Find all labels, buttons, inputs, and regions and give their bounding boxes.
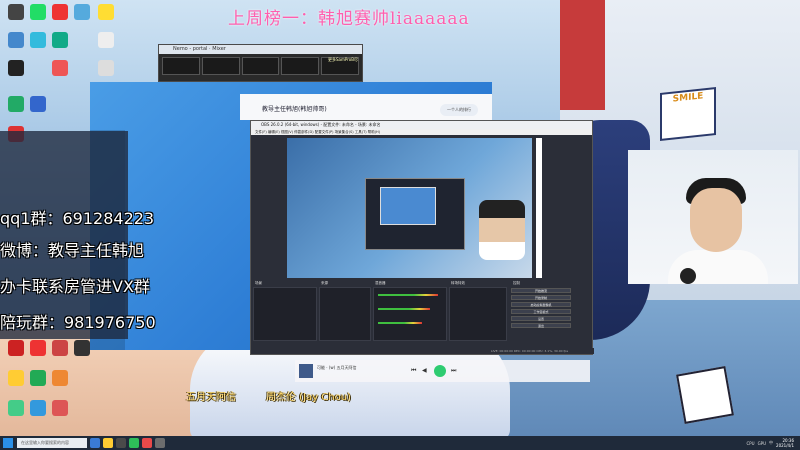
song-title: 可能 · (w) 五月天阿信 — [317, 365, 357, 370]
app-icon[interactable] — [30, 96, 46, 112]
obs-nested-preview — [365, 178, 465, 250]
obs-webcam-source — [479, 200, 525, 260]
play-button[interactable] — [434, 365, 446, 377]
audio-mixer[interactable] — [373, 287, 447, 341]
taskbar-app-icon[interactable] — [116, 438, 126, 448]
app-icon[interactable] — [8, 4, 24, 20]
app-icon[interactable] — [30, 4, 46, 20]
dock-mixer-label: 混音器 — [375, 281, 386, 285]
obs-side-panel — [536, 138, 542, 278]
dock-transitions-label: 转场特效 — [451, 281, 465, 285]
dock-controls-label: 控制 — [513, 281, 520, 285]
audio-meter — [378, 294, 438, 296]
card-contact-text: 办卡联系房管进VX群 — [0, 277, 150, 296]
start-button[interactable] — [3, 438, 13, 448]
transitions-panel[interactable] — [449, 287, 507, 341]
clock-date: 2021/4/1 — [776, 443, 794, 448]
app-icon[interactable] — [30, 370, 46, 386]
microphone — [680, 268, 696, 284]
app-icon[interactable] — [8, 60, 24, 76]
rewind-icon[interactable]: ◀ — [422, 367, 429, 374]
webcam-feed — [628, 150, 798, 284]
taskbar: 在这里输入你要搜索的内容 CPU GPU 中 20:36 2021/4/1 — [0, 436, 800, 450]
app-icon[interactable] — [52, 4, 68, 20]
app-icon[interactable] — [52, 370, 68, 386]
mixer-window[interactable]: Nemo - portal · Mixer 更多SamProB尽 — [158, 44, 363, 82]
audio-meter — [378, 308, 430, 310]
virtual-camera-button[interactable]: 启动虚拟摄像机 — [511, 302, 571, 307]
app-icon[interactable] — [30, 340, 46, 356]
obs-docks: 场景 来源 混音器 转场特效 控制 开始推流 开始录制 启动虚拟摄像机 工作室模… — [251, 281, 594, 349]
app-icon[interactable] — [98, 60, 114, 76]
mixer-link[interactable]: 更多SamProB尽 — [328, 57, 358, 63]
mixer-slot[interactable] — [201, 57, 240, 75]
taskbar-app-icon[interactable] — [142, 438, 152, 448]
obs-preview[interactable] — [287, 138, 532, 278]
mixer-title: Nemo - portal · Mixer — [159, 45, 362, 54]
start-streaming-button[interactable]: 开始推流 — [511, 288, 571, 293]
app-icon[interactable] — [30, 32, 46, 48]
settings-button[interactable]: 设置 — [511, 316, 571, 321]
taskbar-app-icon[interactable] — [90, 438, 100, 448]
app-icon[interactable] — [8, 370, 24, 386]
obs-status-bar: LIVE: 00:00:00 REC: 00:00:00 CPU: 3.1%, … — [251, 348, 594, 354]
qq-group-text: qq1群：691284223 — [0, 209, 155, 228]
app-icon[interactable] — [52, 32, 68, 48]
app-icon[interactable] — [98, 4, 114, 20]
music-player-bar: 可能 · (w) 五月天阿信 ⏮ ◀ ⏭ — [295, 360, 590, 382]
weibo-text: 微博：教导主任韩旭 — [0, 241, 145, 260]
dock-sources-label: 来源 — [321, 281, 328, 285]
mixer-slot[interactable] — [241, 57, 280, 75]
tray-item[interactable]: 中 — [769, 440, 773, 446]
store-sign-text: SMILE — [672, 91, 704, 105]
obs-window[interactable]: OBS 26.0.2 (64-bit, windows) - 配置文件: 未命名… — [250, 120, 594, 355]
taskbar-app-icon[interactable] — [103, 438, 113, 448]
app-icon[interactable] — [8, 400, 24, 416]
tray-item[interactable]: CPU — [746, 441, 754, 446]
next-icon[interactable]: ⏭ — [451, 367, 458, 374]
mixer-slot[interactable] — [281, 57, 320, 75]
clock[interactable]: 20:36 2021/4/1 — [776, 438, 794, 448]
live-chat-panel — [0, 131, 128, 339]
webcam-person-face — [690, 188, 742, 252]
app-icon[interactable] — [52, 400, 68, 416]
leaderboard-headline: 上周榜一：韩旭赛帅liaaaaaa — [228, 9, 470, 29]
studio-mode-button[interactable]: 工作室模式 — [511, 309, 571, 314]
taskbar-search[interactable]: 在这里输入你要搜索的内容 — [17, 438, 87, 448]
app-icon[interactable] — [74, 340, 90, 356]
system-tray: CPU GPU 中 20:36 2021/4/1 — [746, 438, 800, 448]
scenes-list[interactable] — [253, 287, 317, 341]
obs-title-bar: OBS 26.0.2 (64-bit, windows) - 配置文件: 未命名… — [251, 121, 592, 129]
dock-scenes-label: 场景 — [255, 281, 262, 285]
taskbar-app-icon[interactable] — [155, 438, 165, 448]
app-icon[interactable] — [30, 400, 46, 416]
previous-icon[interactable]: ⏮ — [411, 367, 418, 374]
app-icon[interactable] — [52, 340, 68, 356]
obs-menu-bar[interactable]: 文件(F) 编辑(E) 视图(V) 停靠部件(D) 配置文件(P) 场景集合(S… — [251, 129, 592, 135]
wallpaper-red-banner — [560, 0, 605, 110]
obs-title: OBS 26.0.2 (64-bit, windows) - 配置文件: 未命名… — [261, 122, 381, 127]
app-icon[interactable] — [8, 340, 24, 356]
app-icon[interactable] — [8, 32, 24, 48]
sources-list[interactable] — [319, 287, 371, 341]
mixer-slot[interactable] — [162, 57, 200, 75]
store-logo — [676, 366, 734, 424]
exit-button[interactable]: 退出 — [511, 323, 571, 328]
app-icon[interactable] — [52, 60, 68, 76]
play-group-text: 陪玩群：981976750 — [0, 313, 156, 332]
lyric-right: 周杰伦 (Jay Chou) — [266, 392, 351, 403]
tray-item[interactable]: GPU — [758, 441, 766, 446]
app-icon[interactable] — [8, 96, 24, 112]
audio-meter — [378, 322, 422, 324]
lyric-left: 五月天阿信 — [186, 392, 236, 403]
taskbar-app-icon[interactable] — [129, 438, 139, 448]
chat-contact-name: 教导主任韩旭(韩旭帅哥) — [262, 106, 327, 113]
obs-nested-screen — [380, 187, 436, 225]
start-recording-button[interactable]: 开始录制 — [511, 295, 571, 300]
app-icon[interactable] — [98, 32, 114, 48]
chat-pill-button[interactable]: 一个人的排行 — [440, 104, 478, 116]
app-icon[interactable] — [74, 4, 90, 20]
album-art — [299, 364, 313, 378]
store-sign: SMILE — [660, 87, 716, 141]
